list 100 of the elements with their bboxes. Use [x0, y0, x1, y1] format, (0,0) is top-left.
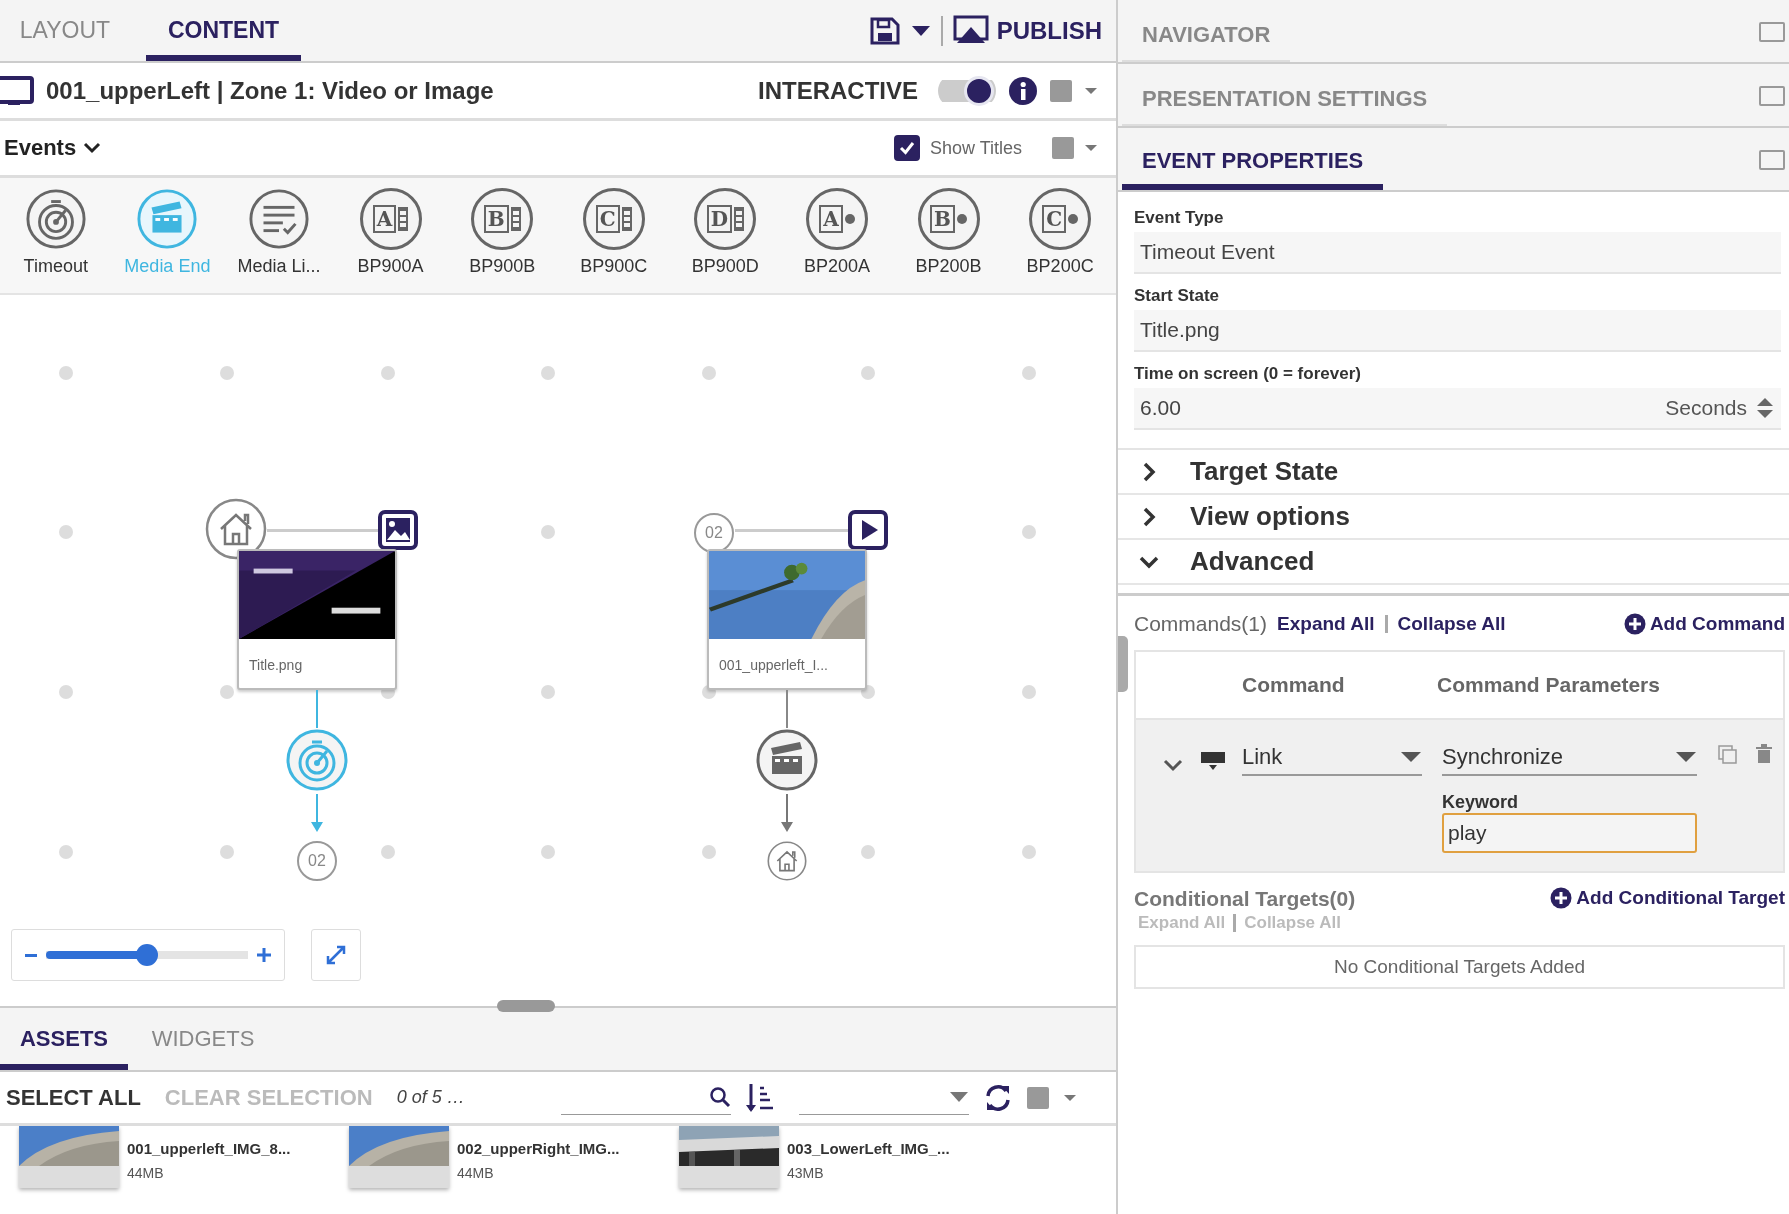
plus-icon[interactable] — [256, 947, 272, 963]
monitor-icon — [0, 73, 34, 108]
fit-button[interactable] — [311, 929, 361, 981]
field-label: Time on screen (0 = forever) — [1134, 364, 1362, 384]
caret-icon — [1400, 751, 1422, 763]
text-field[interactable]: Timeout Event — [1134, 232, 1781, 274]
commands-title: Commands(1) — [1134, 612, 1268, 636]
keypad-icon: C — [1029, 188, 1092, 250]
add-icon — [1623, 613, 1646, 635]
keypad-icon: C — [582, 188, 645, 250]
section-header[interactable]: View options — [1118, 495, 1789, 540]
unit-label: Seconds — [1665, 396, 1747, 420]
command-dropdown[interactable]: Link — [1242, 744, 1422, 776]
checkbox[interactable] — [893, 135, 920, 161]
connector-line — [316, 690, 318, 728]
save-icon[interactable] — [868, 15, 901, 46]
asset-name: 002_upperRight_IMG... — [457, 1140, 620, 1157]
collapse-all-link[interactable]: Collapse All — [1397, 613, 1506, 635]
event-type-item[interactable]: C BP900C — [557, 188, 670, 293]
resize-handle[interactable] — [497, 1000, 555, 1012]
keypad-icon: B — [471, 188, 534, 250]
select-all-button[interactable]: SELECT ALL — [6, 1084, 141, 1111]
state-card[interactable]: Title.png — [237, 549, 397, 690]
target-badge: 02 — [297, 841, 337, 881]
keypad-icon: B — [917, 188, 980, 250]
window-icon[interactable] — [1759, 150, 1785, 170]
window-icon[interactable] — [1759, 86, 1785, 106]
events-dropdown[interactable]: Events — [4, 135, 103, 161]
add-conditional-target-button[interactable]: Add Conditional Target — [1550, 887, 1785, 909]
copy-icon[interactable] — [1717, 744, 1739, 766]
show-titles-label: Show Titles — [929, 137, 1022, 159]
stopwatch-icon — [285, 728, 349, 792]
sort-icon[interactable] — [744, 1081, 775, 1114]
grid-dot — [541, 366, 555, 380]
asset-name: 003_LowerLeft_IMG_... — [787, 1140, 950, 1157]
keypad-icon: A — [359, 188, 422, 250]
square-icon[interactable] — [1026, 1086, 1049, 1109]
event-type-item[interactable]: A BP900A — [334, 188, 447, 293]
play-icon — [848, 510, 888, 550]
event-type-item[interactable]: B BP200B — [892, 188, 1005, 293]
arrow — [780, 794, 794, 834]
keypad-icon: A — [805, 188, 868, 250]
monitor-icon — [1200, 750, 1226, 772]
column-header: Command — [1242, 673, 1346, 697]
publish-button[interactable]: PUBLISH — [952, 14, 1102, 47]
event-type-item[interactable]: D BP900D — [669, 188, 782, 293]
window-icon[interactable] — [1759, 22, 1785, 42]
info-icon[interactable] — [1008, 75, 1038, 106]
section-header[interactable]: Target State — [1118, 450, 1789, 495]
text-field[interactable]: 6.00 Seconds — [1134, 388, 1781, 430]
grid-dot — [59, 685, 73, 699]
asset-item[interactable]: 003_LowerLeft_IMG_... 43MB — [679, 1126, 1009, 1214]
grid-dot — [541, 845, 555, 859]
event-type-item[interactable]: Media Li... — [223, 188, 335, 293]
keyword-field[interactable]: play — [1442, 813, 1697, 853]
text-field[interactable]: Title.png — [1134, 310, 1781, 352]
tab[interactable]: ASSETS — [0, 1008, 128, 1070]
state-card[interactable]: 001_upperleft_I... — [707, 549, 867, 690]
event-type-item[interactable]: A BP200A — [781, 188, 893, 293]
grid-dot — [381, 845, 395, 859]
grid-dot — [1022, 366, 1036, 380]
grid-dot — [220, 366, 234, 380]
grid-dot — [1022, 845, 1036, 859]
add-command-button[interactable]: Add Command — [1623, 613, 1785, 635]
grid-dot — [59, 366, 73, 380]
column-header: Command Parameters — [1437, 673, 1660, 697]
trash-icon[interactable] — [1755, 744, 1773, 764]
arrow — [310, 794, 324, 834]
event-type-item[interactable]: Timeout — [0, 188, 112, 293]
square-icon[interactable] — [1050, 79, 1072, 102]
section-header[interactable]: Advanced — [1118, 540, 1789, 585]
asset-size: 44MB — [127, 1165, 165, 1181]
grid-dot — [702, 366, 716, 380]
asset-size: 44MB — [457, 1165, 495, 1181]
asset-item[interactable]: 002_upperRight_IMG... 44MB — [349, 1126, 679, 1214]
checklist-icon — [248, 188, 310, 250]
field-label: Start State — [1134, 286, 1221, 306]
asset-size: 43MB — [787, 1165, 825, 1181]
grid-dot — [1022, 685, 1036, 699]
spinner-icon[interactable] — [1755, 396, 1775, 420]
clapperboard-icon — [136, 188, 199, 250]
chevron-down-icon — [82, 141, 103, 155]
selection-count: 0 of 5 … — [396, 1087, 466, 1108]
tab[interactable]: CONTENT — [146, 0, 301, 61]
stopwatch-icon — [24, 188, 87, 250]
asset-item[interactable]: 001_upperleft_IMG_8... 44MB — [19, 1126, 349, 1214]
caret-icon[interactable] — [910, 23, 931, 38]
event-type-item[interactable]: B BP900B — [446, 188, 558, 293]
grid-dot — [861, 845, 875, 859]
state-title: 001_upperleft_I... — [718, 656, 829, 673]
grid-dot — [59, 845, 73, 859]
state-title: Title.png — [248, 656, 304, 673]
grid-dot — [220, 685, 234, 699]
splitter-handle[interactable] — [1118, 636, 1128, 692]
add-icon — [1550, 887, 1573, 909]
parameter-dropdown[interactable]: Synchronize — [1442, 744, 1697, 776]
keyword-label: Keyword — [1442, 792, 1520, 813]
search-icon — [708, 1086, 731, 1108]
event-type-item[interactable]: C BP200C — [1004, 188, 1116, 293]
expand-all-link[interactable]: Expand All — [1277, 613, 1375, 635]
